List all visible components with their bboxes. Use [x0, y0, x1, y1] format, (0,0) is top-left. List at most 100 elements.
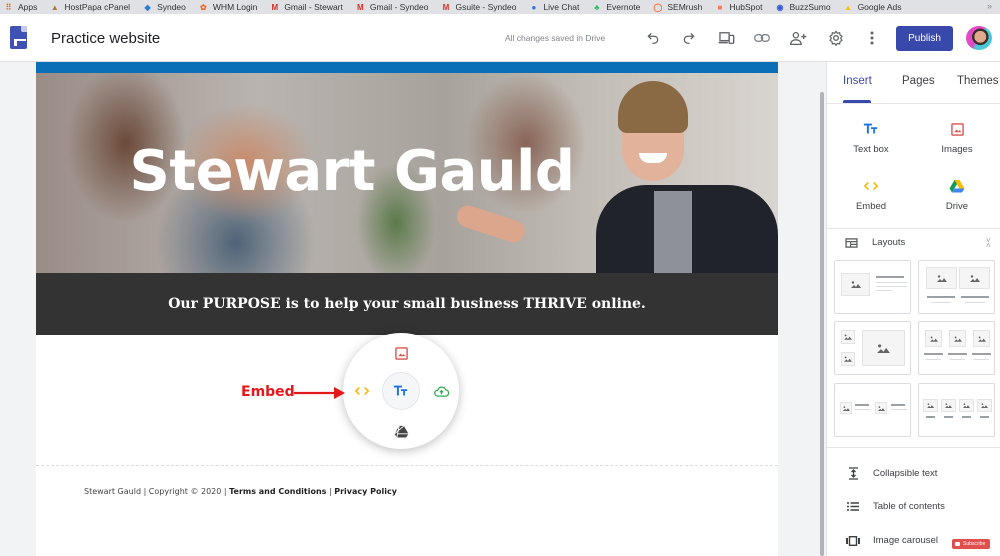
- copy-link-button[interactable]: [750, 26, 774, 50]
- google-sites-logo-icon[interactable]: [10, 26, 27, 49]
- insert-table-of-contents[interactable]: Table of contents: [845, 501, 945, 512]
- live-chat-icon: ●: [531, 2, 537, 12]
- bookmark-item[interactable]: ✿ WHM Login: [199, 2, 257, 12]
- embed-code-icon: [355, 386, 369, 396]
- publish-button[interactable]: Publish: [896, 26, 953, 51]
- gmail-icon: M: [442, 2, 450, 12]
- quick-insert-image[interactable]: [391, 343, 411, 363]
- bookmark-item[interactable]: ♣ Evernote: [592, 2, 640, 12]
- bookmark-item[interactable]: ⠿ Apps: [4, 2, 38, 12]
- bookmark-label: Gmail - Syndeo: [369, 2, 429, 12]
- quick-insert-menu: [343, 333, 459, 449]
- layout-option-5[interactable]: [834, 383, 911, 437]
- site-title[interactable]: Practice website: [51, 30, 160, 47]
- whm-icon: ✿: [200, 2, 207, 12]
- quick-insert-embed[interactable]: [352, 381, 372, 401]
- google-ads-icon: ▲: [844, 2, 853, 12]
- share-add-person-icon: [789, 31, 806, 45]
- tab-insert[interactable]: Insert: [843, 75, 872, 87]
- annotation-label: Embed: [241, 384, 295, 400]
- insert-text-box[interactable]: Text box: [831, 120, 911, 155]
- insert-embed-label: Embed: [855, 201, 887, 212]
- layout-option-1[interactable]: [834, 260, 911, 314]
- text-box-icon: [393, 385, 408, 396]
- active-tab-indicator: [843, 100, 871, 103]
- bookmark-label: SEMrush: [667, 2, 703, 12]
- quick-insert-drive[interactable]: [391, 421, 411, 441]
- image-icon: [394, 346, 408, 360]
- bookmark-item[interactable]: ▲ HostPapa cPanel: [50, 2, 130, 12]
- privacy-link[interactable]: Privacy Policy: [334, 487, 397, 496]
- google-drive-icon: [393, 425, 408, 438]
- bookmark-label: HubSpot: [729, 2, 763, 12]
- table-of-contents-icon: [847, 502, 859, 511]
- insert-drive[interactable]: Drive: [917, 177, 997, 212]
- bookmark-label: WHM Login: [212, 2, 258, 12]
- bookmark-item[interactable]: ◯ SEMrush: [653, 2, 702, 12]
- upload-cloud-icon: [433, 386, 449, 397]
- hostpapa-icon: ▲: [50, 2, 59, 12]
- image-carousel-label: Image carousel: [873, 535, 938, 546]
- bookmark-item[interactable]: ◉ BuzzSumo: [775, 2, 830, 12]
- site-navigation-bar[interactable]: [36, 62, 778, 73]
- collapsible-text-icon: [848, 467, 858, 480]
- insert-images[interactable]: Images: [917, 120, 997, 155]
- layout-option-2[interactable]: [918, 260, 995, 314]
- side-panel: Insert Pages Themes Text box Images Embe…: [826, 62, 1000, 556]
- insert-collapsible-text[interactable]: Collapsible text: [845, 467, 937, 480]
- bookmark-item[interactable]: ■ HubSpot: [715, 2, 762, 12]
- copy-link-icon: [754, 34, 770, 42]
- tab-themes[interactable]: Themes: [957, 75, 999, 87]
- bookmark-item[interactable]: M Gmail - Syndeo: [356, 2, 429, 12]
- purpose-text[interactable]: Our PURPOSE is to help your small busine…: [168, 296, 646, 312]
- bookmark-item[interactable]: M Gsuite - Syndeo: [441, 2, 517, 12]
- user-avatar[interactable]: [966, 26, 992, 50]
- terms-link[interactable]: Terms and Conditions: [229, 487, 326, 496]
- bookmark-item[interactable]: ◆ Syndeo: [143, 2, 185, 12]
- hero-title[interactable]: Stewart Gauld: [36, 139, 778, 204]
- insert-embed[interactable]: Embed: [831, 177, 911, 212]
- bookmark-label: Apps: [18, 2, 38, 12]
- collapse-chevron-icon[interactable]: ˅ ˄: [986, 237, 991, 250]
- bookmark-label: Gsuite - Syndeo: [455, 2, 517, 12]
- share-button[interactable]: [786, 26, 810, 50]
- text-box-icon: [863, 123, 878, 134]
- hubspot-icon: ■: [717, 2, 723, 12]
- site-page-preview[interactable]: Stewart Gauld Our PURPOSE is to help you…: [36, 62, 778, 556]
- gmail-icon: M: [271, 2, 279, 12]
- quick-insert-text-box[interactable]: [382, 372, 420, 410]
- hero-banner[interactable]: Stewart Gauld: [36, 73, 778, 273]
- preview-devices-icon: [718, 32, 734, 44]
- bookmark-label: HostPapa cPanel: [64, 2, 131, 12]
- bookmark-item[interactable]: ● Live Chat: [529, 2, 580, 12]
- image-carousel-icon: [846, 535, 860, 546]
- semrush-icon: ◯: [653, 2, 663, 12]
- layouts-header[interactable]: Layouts: [845, 237, 905, 248]
- canvas-scrollbar-thumb[interactable]: [820, 92, 824, 556]
- panel-divider: [827, 447, 1000, 448]
- layout-option-4[interactable]: [918, 321, 995, 375]
- preview-button[interactable]: [714, 26, 738, 50]
- insert-image-carousel[interactable]: Image carousel: [845, 535, 938, 546]
- layout-option-6[interactable]: [918, 383, 995, 437]
- bookmark-item[interactable]: M Gmail - Stewart: [270, 2, 343, 12]
- more-options-button[interactable]: [860, 26, 884, 50]
- embed-code-icon: [864, 181, 878, 191]
- bookmark-item[interactable]: ▲ Google Ads: [844, 2, 901, 12]
- image-icon: [950, 122, 964, 136]
- site-footer[interactable]: Stewart Gauld | Copyright © 2020 | Terms…: [84, 487, 397, 496]
- buzzsumo-icon: ◉: [776, 2, 784, 12]
- purpose-section[interactable]: Our PURPOSE is to help your small busine…: [36, 273, 778, 335]
- bookmarks-overflow-chevron-icon[interactable]: »: [987, 1, 992, 11]
- google-drive-icon: [949, 180, 965, 193]
- settings-button[interactable]: [824, 26, 848, 50]
- quick-insert-upload[interactable]: [431, 381, 451, 401]
- undo-button[interactable]: [641, 26, 665, 50]
- evernote-icon: ♣: [594, 2, 600, 12]
- layout-option-3[interactable]: [834, 321, 911, 375]
- bookmark-label: Gmail - Stewart: [284, 2, 343, 12]
- redo-icon: [683, 32, 695, 44]
- tab-pages[interactable]: Pages: [902, 75, 935, 87]
- apps-grid-icon: ⠿: [5, 2, 12, 12]
- redo-button[interactable]: [677, 26, 701, 50]
